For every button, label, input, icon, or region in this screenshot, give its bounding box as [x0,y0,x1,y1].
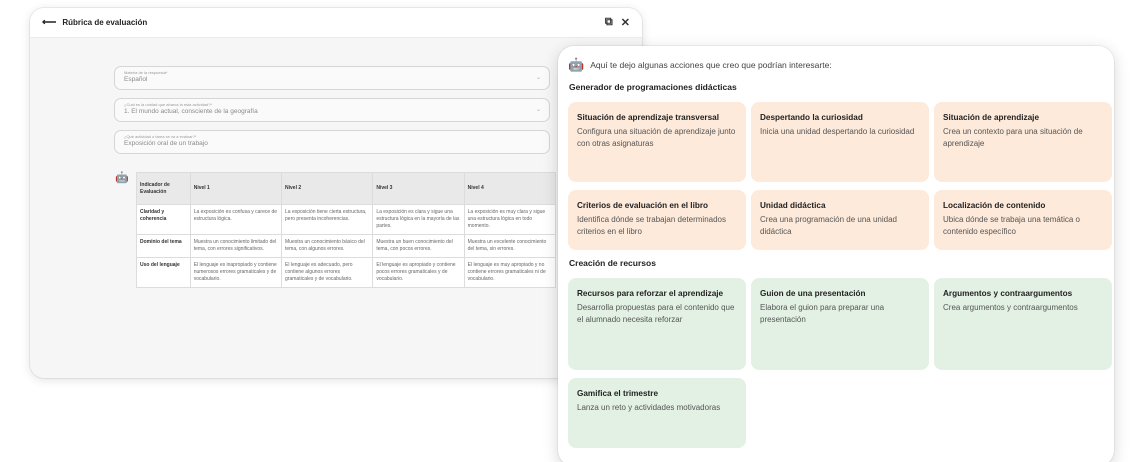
resource-actions: Recursos para reforzar el aprendizaje De… [568,278,1112,370]
unit-value: 1. El mundo actual, consciente de la geo… [124,108,258,115]
action-card[interactable]: Situación de aprendizaje transversal Con… [568,102,746,182]
rubric-title: Rúbrica de evaluación [62,18,148,27]
programming-actions: Criterios de evaluación en el libro Iden… [568,190,1112,250]
table-cell: Muestra un excelente conocimiento del te… [463,234,557,258]
expand-icon[interactable]: ⧉ [605,16,613,29]
card-description: Crea argumentos y contraargumentos [943,302,1078,312]
section-title: Creación de recursos [569,258,656,268]
subject-value: Español [124,76,148,83]
rubric-header: ⟵ Rúbrica de evaluación ⧉ ✕ [30,8,642,38]
card-description: Elabora el guion para preparar una prese… [760,302,885,324]
activity-value: Exposición oral de un trabajo [124,140,208,147]
table-cell: La exposición es clara y sigue una estru… [372,204,465,235]
card-title: Criterios de evaluación en el libro [577,201,709,210]
robot-icon: 🤖 [568,57,585,72]
table-cell: La exposición es confusa y carece de est… [189,204,283,235]
column-header: Nivel 2 [281,172,374,205]
table-cell: El lenguaje es apropiado y contiene poco… [372,257,465,288]
action-card[interactable]: Situación de aprendizaje Crea un context… [934,102,1112,182]
activity-field[interactable]: ¿Qué actividad o tarea se va a evaluar?*… [114,130,550,154]
card-title: Situación de aprendizaje [943,113,1039,122]
subject-select[interactable]: Materia de la respuesta* Español ⌄ [114,66,550,90]
unit-select[interactable]: ¿Cuál es la unidad que abarca la esta ac… [114,98,550,122]
table-header-row: Indicador de Evaluación Nivel 1 Nivel 2 … [136,172,557,205]
column-header: Indicador de Evaluación [136,172,191,205]
card-title: Localización de contenido [943,201,1046,210]
card-title: Recursos para reforzar el aprendizaje [577,289,724,298]
table-row: Uso del lenguaje El lenguaje es inapropi… [136,257,557,288]
action-card[interactable]: Recursos para reforzar el aprendizaje De… [568,278,746,370]
table-row: Dominio del tema Muestra un conocimiento… [136,234,557,258]
table-cell: Muestra un buen conocimiento del tema, c… [372,234,465,258]
table-cell: El lenguaje es muy apropiado y no contie… [463,257,557,288]
card-title: Situación de aprendizaje transversal [577,113,719,122]
table-cell: Dominio del tema [136,234,191,258]
table-cell: Muestra un conocimiento limitado del tem… [189,234,283,258]
close-icon[interactable]: ✕ [621,16,630,29]
table-cell: La exposición es muy clara y sigue una e… [463,204,557,235]
resource-actions: Gamifica el trimestre Lanza un reto y ac… [568,378,1104,448]
suggestions-panel: 🤖 Aquí te dejo algunas acciones que creo… [558,46,1114,462]
card-title: Unidad didáctica [760,201,826,210]
assistant-intro: 🤖 Aquí te dejo algunas acciones que creo… [568,56,1104,74]
chevron-down-icon: ⌄ [535,107,541,113]
card-description: Desarrolla propuestas para el contenido … [577,302,735,324]
table-cell: Muestra un conocimiento básico del tema,… [281,234,374,258]
card-description: Configura una situación de aprendizaje j… [577,126,736,148]
card-description: Lanza un reto y actividades motivadoras [577,402,721,412]
action-card[interactable]: Despertando la curiosidad Inicia una uni… [751,102,929,182]
table-cell: El lenguaje es inapropiado y contiene nu… [189,257,283,288]
card-title: Guion de una presentación [760,289,866,298]
programming-actions: Situación de aprendizaje transversal Con… [568,102,1112,182]
table-cell: La exposición tiene cierta estructura, p… [281,204,374,235]
card-description: Ubica dónde se trabaja una temática o co… [943,214,1080,236]
section-title: Generador de programaciones didácticas [569,82,737,92]
robot-icon: 🤖 [115,172,129,184]
arrow-left-icon[interactable]: ⟵ [42,17,56,28]
action-card[interactable]: Argumentos y contraargumentos Crea argum… [934,278,1112,370]
intro-text: Aquí te dejo algunas acciones que creo q… [590,60,832,70]
action-card[interactable]: Gamifica el trimestre Lanza un reto y ac… [568,378,746,448]
table-cell: Uso del lenguaje [136,257,191,288]
card-description: Inicia una unidad despertando la curiosi… [760,126,915,136]
column-header: Nivel 3 [372,172,465,205]
card-title: Despertando la curiosidad [760,113,863,122]
card-title: Gamifica el trimestre [577,389,659,398]
chevron-down-icon: ⌄ [535,75,541,81]
table-cell: El lenguaje es adecuado, pero contiene a… [281,257,374,288]
card-title: Argumentos y contraargumentos [943,289,1073,298]
action-card[interactable]: Criterios de evaluación en el libro Iden… [568,190,746,250]
card-description: Identifica dónde se trabajan determinado… [577,214,726,236]
rubric-table: Indicador de Evaluación Nivel 1 Nivel 2 … [136,172,557,288]
action-card[interactable]: Guion de una presentación Elabora el gui… [751,278,929,370]
rubric-window: ⟵ Rúbrica de evaluación ⧉ ✕ Materia de l… [30,8,642,378]
table-cell: Claridad y coherencia [136,204,191,235]
action-card[interactable]: Localización de contenido Ubica dónde se… [934,190,1112,250]
column-header: Nivel 1 [189,172,283,205]
table-row: Claridad y coherencia La exposición es c… [136,204,557,235]
card-description: Crea una programación de una unidad didá… [760,214,897,236]
action-card[interactable]: Unidad didáctica Crea una programación d… [751,190,929,250]
column-header: Nivel 4 [463,172,557,205]
card-description: Crea un contexto para una situación de a… [943,126,1083,148]
